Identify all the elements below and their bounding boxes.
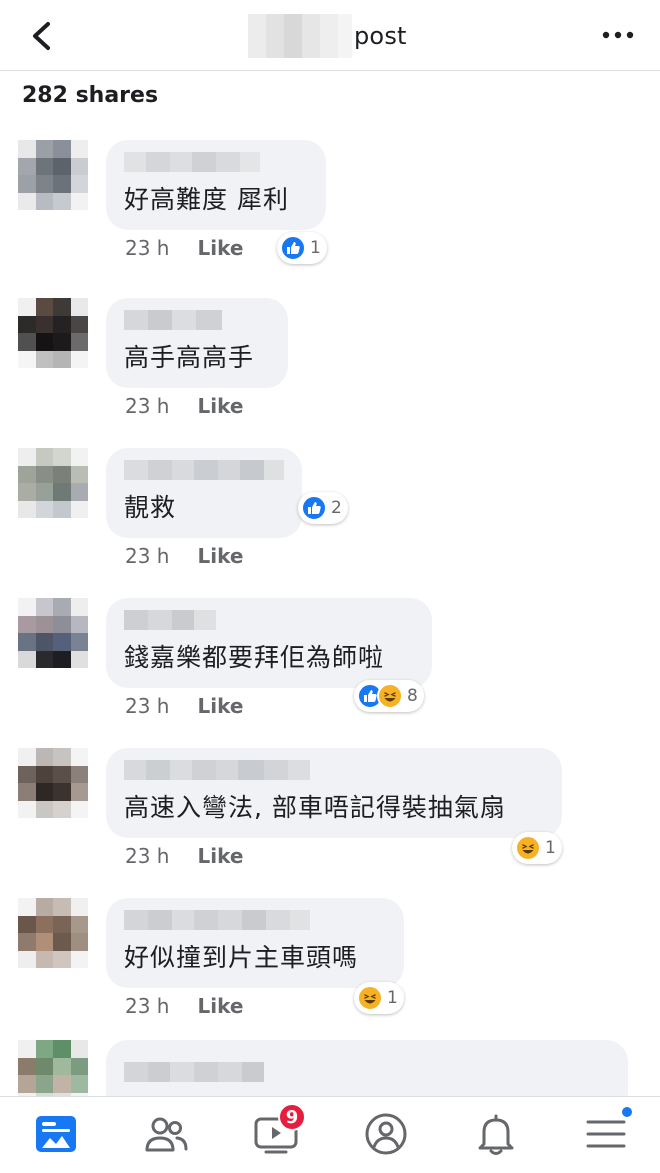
tab-notifications[interactable] [466,1111,526,1157]
chevron-left-icon [33,22,50,50]
avatar[interactable] [18,1040,88,1100]
comment-meta: 23 h Like [125,994,243,1018]
comment-time[interactable]: 23 h [125,394,169,418]
avatar[interactable] [18,748,88,818]
haha-reaction-icon [357,985,383,1011]
profile-icon [365,1113,407,1155]
menu-icon [586,1120,626,1148]
watch-notification-badge: 9 [278,1103,306,1131]
avatar[interactable] [18,448,88,518]
reaction-count: 1 [545,838,556,858]
back-button[interactable] [22,18,62,54]
redacted-name-blur [248,14,352,58]
commenter-name-blurred[interactable] [124,760,310,780]
bottom-tab-bar: 9 [0,1096,660,1173]
commenter-name-blurred[interactable] [124,310,222,330]
friends-icon [145,1117,188,1152]
commenter-name-blurred[interactable] [124,152,260,172]
comment-item: 好高難度 犀利 23 h Like 1 [0,140,660,290]
page-title: post [248,14,458,58]
shares-count[interactable]: 282 shares [22,83,158,108]
comment-meta: 23 h Like [125,236,243,260]
avatar[interactable] [18,898,88,968]
commenter-name-blurred[interactable] [124,460,284,480]
comment-text: 好似撞到片主車頭嗎 [124,943,359,972]
comment-item: 高速入彎法, 部車唔記得裝抽氣扇 23 h Like 1 [0,748,660,898]
comment-time[interactable]: 23 h [125,844,169,868]
comment-text: 高速入彎法, 部車唔記得裝抽氣扇 [124,793,506,822]
tab-news-feed[interactable] [26,1111,86,1157]
comment-bubble[interactable] [106,1040,628,1100]
commenter-name-blurred[interactable] [124,910,310,930]
comment-text: 好高難度 犀利 [124,185,289,214]
comment-bubble[interactable]: 高速入彎法, 部車唔記得裝抽氣扇 [106,748,562,838]
comment-text: 高手高高手 [124,343,255,372]
like-button[interactable]: Like [197,844,243,868]
more-horizontal-icon [602,31,634,39]
like-reaction-icon [280,235,306,261]
comment-item: 好似撞到片主車頭嗎 23 h Like 1 [0,898,660,1048]
comment-meta: 23 h Like [125,394,243,418]
more-options-button[interactable] [598,20,638,50]
top-bar: post [0,0,660,71]
comment-bubble[interactable]: 錢嘉樂都要拜佢為師啦 [106,598,432,688]
like-button[interactable]: Like [197,236,243,260]
reactions-summary[interactable]: 1 [277,232,327,264]
tab-watch[interactable]: 9 [246,1103,306,1157]
commenter-name-blurred[interactable] [124,1062,264,1082]
comment-meta: 23 h Like [125,844,243,868]
comment-item: 高手高高手 23 h Like [0,298,660,448]
comment-time[interactable]: 23 h [125,544,169,568]
tab-profile[interactable] [356,1111,416,1157]
tab-friends[interactable] [136,1111,196,1157]
comment-meta: 23 h Like [125,544,243,568]
comment-bubble[interactable]: 好高難度 犀利 [106,140,326,230]
avatar[interactable] [18,140,88,210]
comment-time[interactable]: 23 h [125,994,169,1018]
comment-bubble[interactable]: 高手高高手 [106,298,288,388]
commenter-name-blurred[interactable] [124,610,216,630]
comment-bubble[interactable]: 好似撞到片主車頭嗎 [106,898,404,988]
tab-menu[interactable] [576,1105,636,1157]
reaction-count: 8 [407,686,418,706]
comment-bubble[interactable]: 靚救 [106,448,302,538]
reaction-count: 1 [387,988,398,1008]
reactions-summary[interactable]: 2 [298,492,348,524]
haha-reaction-icon [377,683,403,709]
title-text: post [354,22,407,50]
notifications-bell-icon [478,1114,514,1155]
reactions-summary[interactable]: 8 [354,680,424,712]
comment-item: 靚救 23 h Like 2 [0,448,660,598]
comment-item: 錢嘉樂都要拜佢為師啦 23 h Like 8 [0,598,660,748]
like-button[interactable]: Like [197,994,243,1018]
menu-notification-dot [620,1105,634,1119]
avatar[interactable] [18,598,88,668]
comment-text: 錢嘉樂都要拜佢為師啦 [124,643,385,672]
comment-time[interactable]: 23 h [125,236,169,260]
like-button[interactable]: Like [197,394,243,418]
avatar[interactable] [18,298,88,368]
comment-time[interactable]: 23 h [125,694,169,718]
reaction-count: 1 [310,238,321,258]
like-reaction-icon [301,495,327,521]
reactions-summary[interactable]: 1 [354,982,404,1014]
comment-meta: 23 h Like [125,694,243,718]
comment-text: 靚救 [124,493,177,522]
news-feed-icon [36,1116,76,1152]
reaction-count: 2 [331,498,342,518]
reactions-summary[interactable]: 1 [512,832,562,864]
comment-item [0,1040,660,1100]
haha-reaction-icon [515,835,541,861]
like-button[interactable]: Like [197,694,243,718]
like-button[interactable]: Like [197,544,243,568]
